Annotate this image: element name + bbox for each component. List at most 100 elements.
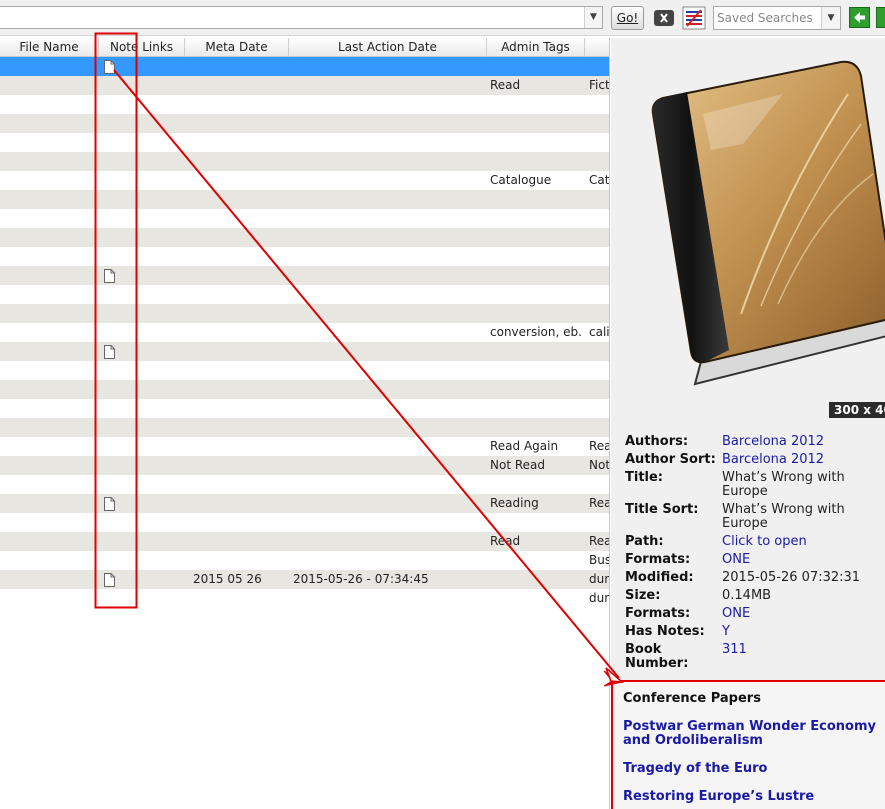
admin-tags-cell — [490, 57, 582, 76]
note-document-icon[interactable] — [104, 497, 115, 511]
table-row[interactable] — [0, 247, 609, 266]
last-action-date-cell — [293, 76, 483, 95]
table-row[interactable] — [0, 285, 609, 304]
extra-column-cell — [589, 399, 609, 418]
metadata-label: Modified: — [625, 570, 694, 585]
table-row[interactable] — [0, 399, 609, 418]
table-row[interactable]: dun — [0, 589, 609, 608]
table-row[interactable]: Read Again Rea — [0, 437, 609, 456]
extra-column-cell — [589, 418, 609, 437]
table-row[interactable] — [0, 266, 609, 285]
metadata-value[interactable]: Barcelona 2012 — [722, 435, 880, 449]
note-document-icon[interactable] — [104, 60, 115, 74]
table-row[interactable] — [0, 95, 609, 114]
forward-arrow-icon[interactable] — [876, 7, 885, 28]
go-button[interactable]: Go! — [611, 6, 644, 30]
metadata-label: Formats: — [625, 606, 691, 621]
table-row[interactable] — [0, 380, 609, 399]
table-row[interactable]: Catalogue Cat — [0, 171, 609, 190]
table-row[interactable] — [0, 418, 609, 437]
cover-dimensions-badge: 300 x 400 — [829, 402, 885, 418]
table-row[interactable]: Read Rea — [0, 532, 609, 551]
table-row[interactable] — [0, 152, 609, 171]
note-document-icon[interactable] — [104, 345, 115, 359]
table-row[interactable]: Read Fict — [0, 76, 610, 95]
last-action-date-cell — [293, 285, 483, 304]
meta-date-cell — [193, 342, 285, 361]
search-history-dropdown[interactable]: ▼ — [584, 7, 602, 28]
admin-tags-cell: conversion, eb... — [490, 325, 582, 339]
extra-column-cell: Fict — [589, 78, 610, 92]
admin-tags-cell — [490, 380, 582, 399]
column-header-extra[interactable] — [585, 38, 609, 57]
table-row[interactable]: Bus — [0, 551, 609, 570]
book-cover-image[interactable] — [633, 54, 885, 404]
column-header-file-name[interactable]: File Name — [0, 38, 99, 57]
metadata-value[interactable]: Y — [722, 625, 880, 639]
table-row[interactable]: Not Read Not — [0, 456, 609, 475]
highlight-toggle-icon[interactable] — [682, 6, 706, 30]
meta-date-cell — [193, 209, 285, 228]
admin-tags-cell: Read — [490, 534, 521, 548]
table-row[interactable] — [0, 475, 609, 494]
column-header-last-action-date[interactable]: Last Action Date — [289, 38, 487, 57]
extra-column-cell — [589, 266, 609, 285]
admin-tags-cell — [490, 133, 582, 152]
last-action-date-cell — [293, 95, 483, 114]
last-action-date-cell — [293, 532, 483, 551]
back-arrow-icon[interactable] — [849, 7, 870, 28]
last-action-date-cell — [293, 437, 483, 456]
meta-date-cell — [193, 76, 285, 95]
table-row[interactable] — [0, 190, 609, 209]
table-row[interactable] — [0, 342, 609, 361]
table-row[interactable] — [0, 114, 609, 133]
admin-tags-cell — [490, 209, 582, 228]
extra-column-cell — [589, 247, 609, 266]
admin-tags-cell — [490, 228, 582, 247]
metadata-value[interactable]: ONE — [722, 607, 880, 621]
note-link-2[interactable]: Tragedy of the Euro — [623, 762, 885, 776]
clear-search-icon[interactable] — [652, 7, 676, 29]
table-row[interactable]: Reading Rea — [0, 494, 609, 513]
column-header-meta-date[interactable]: Meta Date — [185, 38, 289, 57]
table-row[interactable] — [0, 209, 609, 228]
admin-tags-cell — [490, 361, 582, 380]
note-document-icon[interactable] — [104, 573, 115, 587]
metadata-value[interactable]: ONE — [722, 553, 880, 567]
metadata-row: Has Notes: Y — [625, 625, 885, 643]
metadata-value[interactable]: 311 — [722, 643, 880, 657]
table-row[interactable] — [0, 133, 609, 152]
meta-date-cell — [193, 228, 285, 247]
metadata-value[interactable]: Click to open — [722, 535, 880, 549]
search-input[interactable]: ▼ — [0, 6, 603, 29]
last-action-date-cell — [293, 323, 483, 342]
table-row[interactable] — [0, 361, 609, 380]
table-row[interactable] — [0, 228, 609, 247]
meta-date-cell — [193, 266, 285, 285]
note-document-icon[interactable] — [104, 269, 115, 283]
saved-searches-select[interactable]: Saved Searches ▼ — [713, 6, 841, 30]
metadata-value: What’s Wrong with Europe — [722, 502, 845, 531]
metadata-row: Path: Click to open — [625, 535, 885, 553]
note-link-1[interactable]: Postwar German Wonder Economy and Ordoli… — [623, 720, 885, 748]
table-row[interactable] — [0, 304, 609, 323]
last-action-date-cell — [293, 247, 483, 266]
extra-column-cell — [589, 190, 609, 209]
extra-column-cell — [589, 342, 609, 361]
column-header-admin-tags[interactable]: Admin Tags — [487, 38, 585, 57]
meta-date-cell — [193, 171, 285, 190]
chevron-down-icon[interactable]: ▼ — [821, 7, 840, 29]
admin-tags-cell — [490, 475, 582, 494]
table-row[interactable]: 2015 05 26 2015-05-26 - 07:34:45 dun — [0, 570, 610, 589]
column-header-note-links[interactable]: Note Links — [99, 38, 185, 57]
table-row[interactable] — [0, 57, 609, 76]
last-action-date-cell — [293, 133, 483, 152]
extra-column-cell: dun — [589, 572, 610, 586]
table-row[interactable] — [0, 513, 609, 532]
last-action-date-cell — [293, 475, 483, 494]
table-row[interactable]: conversion, eb... cali — [0, 323, 609, 342]
admin-tags-cell — [490, 589, 582, 608]
metadata-row: Formats: ONE — [625, 607, 885, 625]
metadata-value[interactable]: Barcelona 2012 — [722, 453, 880, 467]
note-link-3[interactable]: Restoring Europe’s Lustre — [623, 790, 885, 804]
